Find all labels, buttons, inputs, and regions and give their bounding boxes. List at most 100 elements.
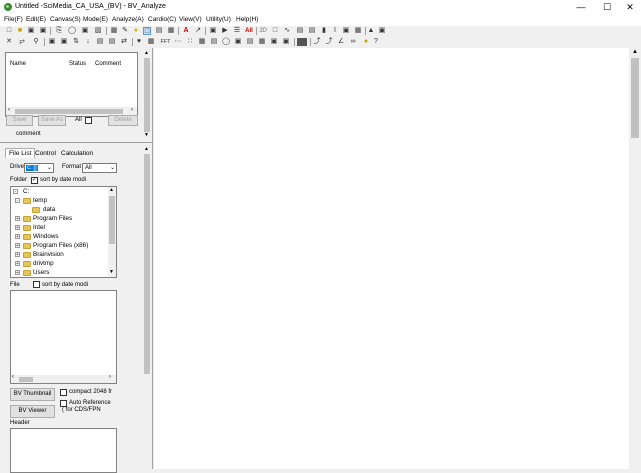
save-button[interactable]: Save (6, 115, 33, 126)
bv-thumbnail-button[interactable]: BV Thumbnail (10, 388, 55, 401)
menu-view[interactable]: View(V) (179, 16, 202, 23)
scroll-right-icon[interactable]: › (109, 374, 111, 380)
stack-icon[interactable]: ▤ (308, 27, 316, 35)
expand-icon[interactable]: + (15, 216, 20, 222)
table-icon[interactable]: ▦ (258, 38, 266, 46)
threed-icon[interactable]: 3D (258, 27, 268, 35)
open-folder-icon[interactable]: ■ (16, 27, 24, 35)
help-pointer-icon[interactable]: ? (372, 38, 380, 46)
view-icon[interactable]: ▧ (94, 27, 102, 35)
fit-icon[interactable]: ▦ (354, 27, 362, 35)
expand-icon[interactable]: + (15, 225, 20, 231)
new-file-icon[interactable]: □ (5, 27, 13, 35)
angle-icon[interactable]: ∠ (337, 38, 345, 46)
bv-viewer-button[interactable]: BV Viewer (10, 405, 55, 418)
overlay-icon[interactable]: ▣ (234, 38, 242, 46)
collapse-icon[interactable]: - (15, 198, 20, 204)
drive-select[interactable]: c: [] ⌄ (24, 163, 54, 173)
menu-help[interactable]: Help(H) (236, 16, 258, 23)
format-select[interactable]: All ⌄ (82, 163, 117, 173)
edit-icon[interactable]: ✎ (121, 27, 129, 35)
rows-icon[interactable]: ▤ (108, 38, 116, 46)
all-checkbox[interactable] (85, 117, 92, 124)
graph-icon[interactable]: ▦ (147, 38, 155, 46)
all-toggle-icon[interactable]: All (243, 27, 255, 35)
file-list[interactable]: ‹ › (10, 290, 117, 384)
scroll-left-icon[interactable]: ‹ (12, 374, 14, 380)
menu-utility[interactable]: Utility(U) (206, 16, 231, 23)
trace-icon[interactable]: ▤ (210, 38, 218, 46)
ruler-icon[interactable]: ⤴ (325, 38, 333, 46)
panel-icon[interactable]: ▤ (296, 27, 304, 35)
main-canvas[interactable] (154, 48, 629, 469)
scroll-right-icon[interactable]: › (131, 107, 133, 113)
close-icon[interactable]: ✕ (617, 0, 641, 15)
filter-icon[interactable]: ▣ (60, 38, 68, 46)
camera-capture-icon[interactable]: ▣ (209, 27, 217, 35)
measure-icon[interactable]: ⤴ (313, 38, 321, 46)
select-tool-icon[interactable]: □ (143, 27, 151, 35)
grid-icon[interactable]: ▦ (110, 27, 118, 35)
menu-file[interactable]: File(F) (4, 16, 23, 23)
arrow-down-icon[interactable]: ↓ (84, 38, 92, 46)
region-icon[interactable]: ▦ (167, 27, 175, 35)
frame-icon[interactable]: □ (271, 27, 279, 35)
menu-cardio[interactable]: Cardio(C) (148, 16, 176, 23)
print-icon[interactable]: ⎘ (55, 27, 63, 35)
scroll-up-icon[interactable]: ▲ (632, 49, 638, 55)
save-icon[interactable]: ▣ (27, 27, 35, 35)
compact-checkbox[interactable] (60, 389, 67, 396)
minimize-icon[interactable]: — (568, 0, 594, 15)
expand-icon[interactable]: + (15, 261, 20, 267)
folder-tree[interactable]: - C: - temp data + Program Files + Intel… (10, 186, 117, 278)
expand-icon[interactable]: + (15, 234, 20, 240)
map-icon[interactable]: ▦ (198, 38, 206, 46)
collapse-icon[interactable]: - (13, 189, 18, 195)
tab-calculation[interactable]: Calculation (58, 149, 96, 158)
export-icon[interactable]: ▣ (270, 38, 278, 46)
expand-icon[interactable]: + (15, 270, 20, 276)
layout-icon[interactable]: ▤ (155, 27, 163, 35)
scroll-left-icon[interactable]: ‹ (8, 107, 10, 113)
expand-icon[interactable]: ⥂ (18, 38, 26, 46)
lower-vscrollbar[interactable]: ▲ (143, 146, 151, 469)
scroll-up-icon[interactable]: ▲ (109, 187, 114, 193)
lightbulb-icon[interactable]: ● (362, 38, 370, 46)
phase-icon[interactable]: ◯ (222, 38, 230, 46)
scroll-up-icon[interactable]: ▲ (144, 146, 149, 152)
scroll-thumb[interactable] (19, 377, 33, 382)
tab-control[interactable]: Control (32, 149, 59, 158)
expand-icon[interactable]: + (15, 243, 20, 249)
dots-icon[interactable]: ⋯ (174, 38, 182, 46)
scroll-down-icon[interactable]: ▼ (144, 132, 149, 138)
delete-button[interactable]: Delete (108, 115, 138, 126)
import-icon[interactable]: ▣ (282, 38, 290, 46)
sort-folder-checkbox[interactable] (31, 176, 38, 184)
menu-edit[interactable]: Edit(E) (26, 16, 46, 23)
scroll-up-icon[interactable]: ▲ (144, 50, 149, 56)
scatter-icon[interactable]: ∷ (186, 38, 194, 46)
expand-icon[interactable]: + (15, 252, 20, 258)
tab-file-list[interactable]: File List (5, 148, 36, 158)
wave-icon[interactable]: ∿ (283, 27, 291, 35)
menu-analyze[interactable]: Analyze(A) (112, 16, 144, 23)
tree-vscrollbar[interactable]: ▲ ▼ (108, 187, 116, 277)
menu-canvas[interactable]: Canvas(S) (50, 16, 81, 23)
sort-icon[interactable]: ⇅ (72, 38, 80, 46)
cross-icon[interactable]: ✕ (5, 38, 13, 46)
file-hscrollbar[interactable]: ‹ › (11, 374, 116, 383)
image-icon[interactable]: ▣ (48, 38, 56, 46)
scroll-thumb[interactable] (631, 58, 639, 138)
cursor-icon[interactable]: I (331, 27, 339, 35)
upper-vscrollbar[interactable]: ▲ ▼ (143, 50, 151, 140)
main-vscrollbar[interactable]: ▲ (629, 48, 641, 469)
menu-mode[interactable]: Mode(E) (83, 16, 108, 23)
search-icon[interactable]: ⚲ (32, 38, 40, 46)
scroll-thumb[interactable] (15, 109, 123, 114)
scroll-thumb[interactable] (144, 58, 150, 132)
scroll-down-icon[interactable]: ▼ (109, 269, 114, 275)
camera-icon[interactable]: ▣ (81, 27, 89, 35)
link-icon[interactable]: ∞ (349, 38, 357, 46)
sort-file-checkbox[interactable] (33, 281, 40, 288)
list-icon[interactable]: ☰ (233, 27, 241, 35)
